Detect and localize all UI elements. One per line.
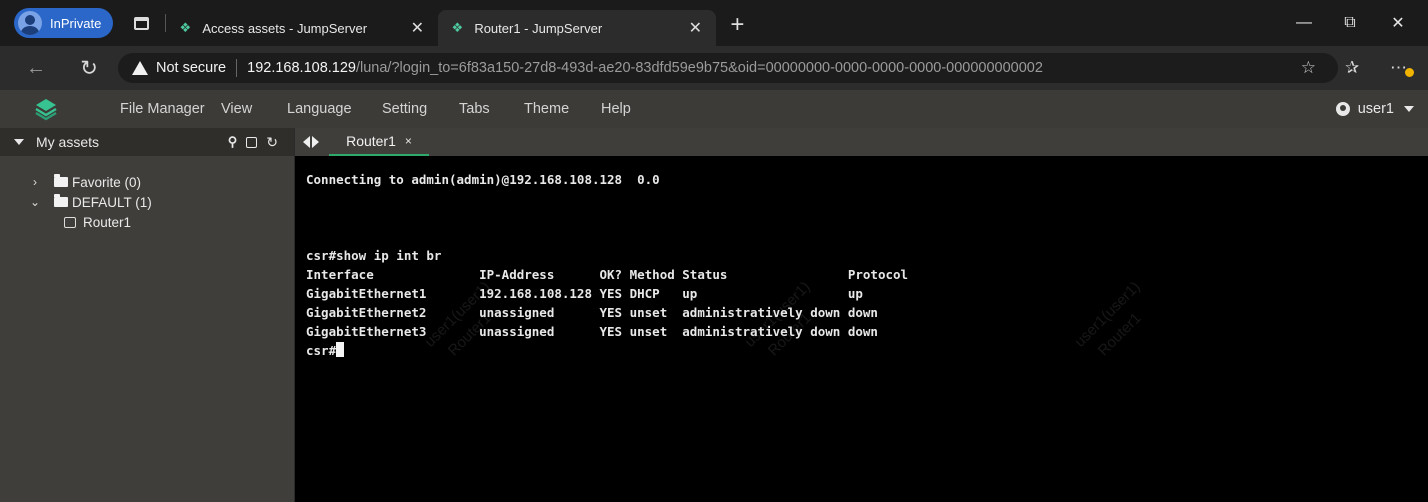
user-icon [1335, 102, 1350, 116]
restore-icon[interactable]: ⧉ [1328, 0, 1372, 46]
address-bar-row: ← ↻ Not secure 192.168.108.129 /luna/?lo… [0, 46, 1428, 90]
url-path: /luna/?login_to=6f83a150-27d8-493d-ae20-… [355, 60, 1043, 76]
menu-theme[interactable]: Theme [524, 90, 569, 128]
search-icon[interactable]: ⚲ [228, 134, 238, 150]
next-tab-icon[interactable] [312, 136, 319, 148]
favorite-star-icon[interactable]: ☆ [1301, 58, 1316, 78]
user-name: user1 [1357, 101, 1394, 117]
minimize-icon[interactable]: — [1282, 0, 1326, 46]
back-icon[interactable]: ← [21, 57, 51, 80]
prev-tab-icon[interactable] [303, 136, 310, 148]
browser-window: InPrivate ❖ Access assets - JumpServer ✕… [0, 0, 1428, 502]
not-secure-label[interactable]: Not secure [156, 60, 226, 76]
chevron-down-icon [1404, 106, 1414, 112]
tab-actions-icon[interactable] [127, 9, 155, 37]
inprivate-label: InPrivate [50, 15, 102, 31]
url-divider [236, 59, 238, 77]
favorites-icon[interactable]: ✰ [1345, 46, 1359, 90]
app-menu-bar: File Manager View Language Setting Tabs … [0, 90, 1428, 128]
browser-tab-title: Router1 - JumpServer [474, 20, 603, 36]
jumpserver-icon: ❖ [451, 20, 464, 35]
refresh-tree-icon[interactable]: ↻ [266, 134, 278, 151]
asset-tree: › Favorite (0) ⌄ DEFAULT (1) Router1 [0, 156, 294, 232]
menu-help[interactable]: Help [601, 90, 631, 128]
close-session-icon[interactable]: × [405, 134, 412, 148]
host-icon [64, 216, 76, 228]
folder-icon [54, 174, 68, 187]
menu-language[interactable]: Language [287, 90, 352, 128]
address-bar[interactable]: Not secure 192.168.108.129 /luna/?login_… [118, 53, 1338, 83]
url-host: 192.168.108.129 [247, 60, 356, 76]
terminal-line: GigabitEthernet1 192.168.108.128 YES DHC… [306, 286, 863, 301]
tree-node-default[interactable]: ⌄ DEFAULT (1) [0, 192, 294, 212]
close-tab-icon[interactable]: ✕ [686, 18, 704, 38]
session-tab-label: Router1 [346, 133, 396, 149]
terminal-line: GigabitEthernet2 unassigned YES unset ad… [306, 305, 878, 320]
tree-node-favorite[interactable]: › Favorite (0) [0, 172, 294, 192]
menu-tabs[interactable]: Tabs [459, 90, 490, 128]
browser-tab-router1[interactable]: ❖ Router1 - JumpServer ✕ [438, 10, 717, 46]
browser-tab-access-assets[interactable]: ❖ Access assets - JumpServer ✕ [166, 10, 438, 46]
inprivate-badge[interactable]: InPrivate [14, 8, 114, 38]
tree-node-label: Router1 [83, 214, 132, 230]
folder-open-icon [54, 194, 68, 207]
jumpserver-logo-icon[interactable] [34, 97, 58, 121]
terminal-prompt-line: csr# [306, 341, 345, 360]
browser-tab-strip: InPrivate ❖ Access assets - JumpServer ✕… [0, 0, 1428, 46]
close-window-icon[interactable]: ✕ [1376, 0, 1420, 46]
collapse-caret-icon[interactable] [14, 139, 24, 145]
session-tab-nav[interactable] [303, 128, 319, 156]
asset-sidebar: My assets ⚲ ↻ › Favorite (0) ⌄ DEFAULT (… [0, 128, 294, 502]
terminal-line: GigabitEthernet3 unassigned YES unset ad… [306, 324, 878, 339]
sidebar-tools: ⚲ ↻ [228, 128, 278, 156]
jumpserver-icon: ❖ [179, 20, 192, 35]
chevron-down-icon[interactable]: ⌄ [28, 195, 42, 209]
tree-node-label: DEFAULT (1) [72, 194, 152, 210]
user-menu[interactable]: user1 [1335, 90, 1414, 128]
menu-view[interactable]: View [221, 90, 252, 128]
tree-node-router1[interactable]: Router1 [0, 212, 294, 232]
browser-tab-title: Access assets - JumpServer [202, 20, 368, 36]
tree-node-label: Favorite (0) [72, 174, 142, 190]
close-tab-icon[interactable]: ✕ [408, 18, 426, 38]
refresh-icon[interactable]: ↻ [74, 56, 104, 81]
inprivate-avatar-icon [18, 11, 42, 35]
session-tab-bar: Router1 × [295, 128, 1428, 156]
menu-file-manager[interactable]: File Manager [120, 90, 205, 128]
terminal[interactable]: user1(user1) Router1 user1(user1) Router… [295, 156, 1428, 502]
chevron-right-icon[interactable]: › [28, 175, 42, 189]
terminal-prompt: csr# [306, 343, 337, 358]
warning-icon [132, 61, 148, 75]
sidebar-header[interactable]: My assets ⚲ ↻ [0, 128, 294, 156]
more-options-icon[interactable]: ⋯ [1390, 46, 1414, 90]
session-tab-router1[interactable]: Router1 × [329, 128, 429, 156]
expand-all-icon[interactable] [246, 136, 258, 148]
terminal-cursor [336, 342, 345, 357]
sidebar-title: My assets [36, 134, 100, 150]
terminal-line: csr#show ip int br [306, 248, 442, 263]
terminal-line: Interface IP-Address OK? Method Status P… [306, 267, 909, 282]
new-tab-icon[interactable]: + [730, 11, 744, 39]
menu-setting[interactable]: Setting [382, 90, 427, 128]
terminal-line: Connecting to admin(admin)@192.168.108.1… [306, 172, 660, 187]
